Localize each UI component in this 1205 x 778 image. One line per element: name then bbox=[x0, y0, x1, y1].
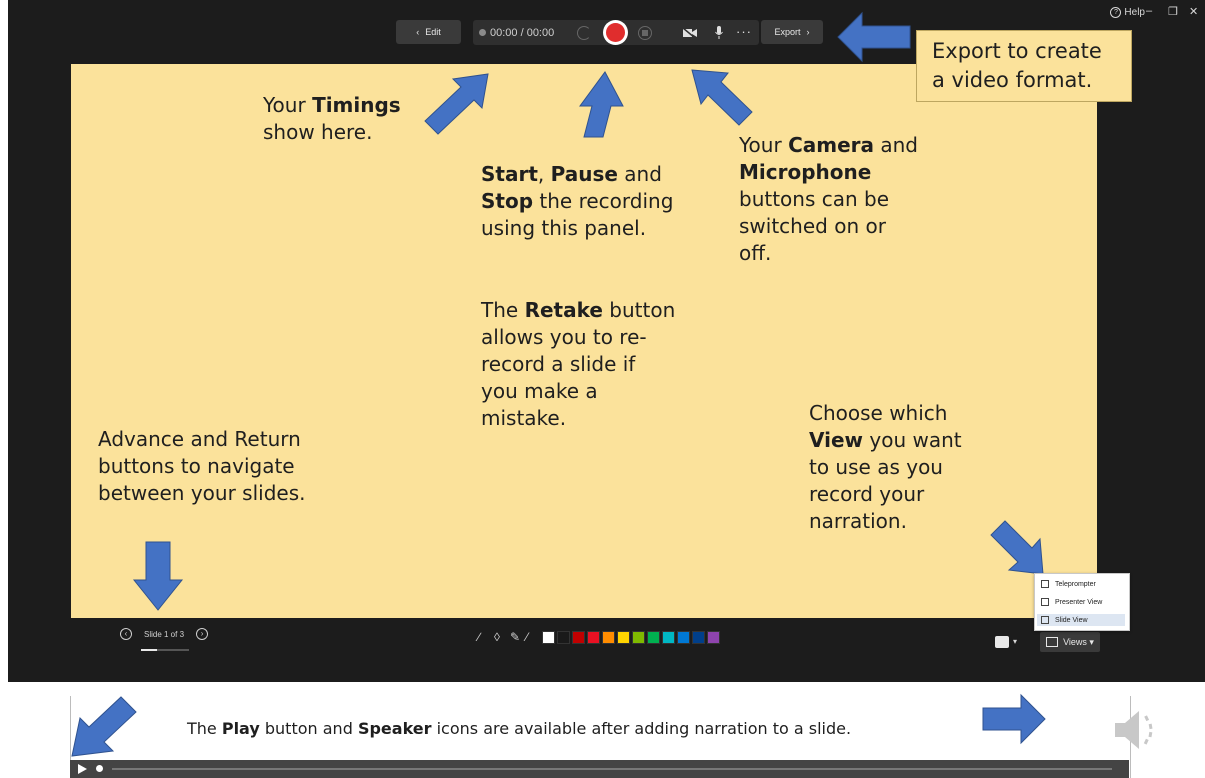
arrow-to-speaker-icon bbox=[982, 693, 1046, 745]
arrow-to-play-icon bbox=[71, 696, 137, 757]
player-arrows bbox=[71, 693, 1046, 757]
